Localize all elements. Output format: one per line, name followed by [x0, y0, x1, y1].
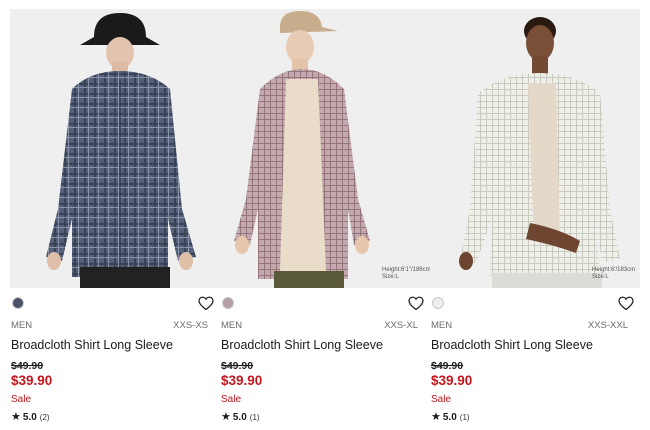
review-count: (1) — [249, 413, 260, 422]
rating-score: 5.0 — [22, 412, 37, 423]
rating: ★ 5.0 (2) — [11, 410, 50, 423]
sale-badge: Sale — [221, 394, 242, 405]
favorite-heart-icon[interactable] — [408, 296, 424, 311]
product-grid: MEN XXS-XS Broadcloth Shirt Long Sleeve … — [0, 0, 650, 430]
favorite-heart-icon[interactable] — [198, 296, 214, 311]
sale-price: $39.90 — [221, 373, 263, 388]
size-range: XXS-XS — [173, 320, 208, 331]
model-info: Height:6'1"/186cm Size:L — [382, 267, 430, 281]
product-meta: MEN XXS-XS — [10, 320, 208, 332]
product-name[interactable]: Broadcloth Shirt Long Sleeve — [11, 338, 173, 352]
product-name[interactable]: Broadcloth Shirt Long Sleeve — [431, 338, 593, 352]
color-swatch[interactable] — [12, 297, 24, 309]
model-height: Height:6'1"/186cm — [382, 267, 430, 273]
model-photo-navy-plaid — [10, 9, 220, 288]
review-count: (1) — [459, 413, 470, 422]
star-icon: ★ — [221, 411, 231, 423]
sale-badge: Sale — [11, 394, 32, 405]
product-meta: MEN XXS-XXL — [430, 320, 628, 332]
product-name[interactable]: Broadcloth Shirt Long Sleeve — [221, 338, 383, 352]
color-swatches — [10, 296, 220, 312]
favorite-heart-icon[interactable] — [618, 296, 634, 311]
size-range: XXS-XXL — [587, 320, 628, 331]
star-icon: ★ — [11, 411, 21, 423]
original-price: $49.90 — [11, 360, 44, 372]
sale-price: $39.90 — [431, 373, 473, 388]
model-photo-white-check — [430, 9, 640, 288]
model-height: Height:6'/183cm — [592, 267, 636, 273]
product-image[interactable]: Height:6'1"/186cm Size:L — [220, 9, 430, 288]
color-swatches — [220, 296, 430, 312]
review-count: (2) — [39, 413, 50, 422]
color-swatch[interactable] — [222, 297, 234, 309]
model-size: Size:L — [382, 274, 399, 280]
rating: ★ 5.0 (1) — [221, 410, 260, 423]
model-photo-pink-check — [220, 9, 430, 288]
product-card[interactable]: Height:6'1"/186cm Size:L MEN XXS-XL Broa… — [220, 0, 430, 430]
gender-label: MEN — [11, 320, 33, 331]
rating-score: 5.0 — [232, 412, 247, 423]
sale-badge: Sale — [431, 394, 452, 405]
gender-label: MEN — [221, 320, 243, 331]
rating: ★ 5.0 (1) — [431, 410, 470, 423]
model-info: Height:6'/183cm Size:L — [592, 267, 636, 281]
product-card[interactable]: MEN XXS-XS Broadcloth Shirt Long Sleeve … — [10, 0, 220, 430]
model-size: Size:L — [592, 274, 609, 280]
original-price: $49.90 — [431, 360, 464, 372]
size-range: XXS-XL — [384, 320, 418, 331]
color-swatch[interactable] — [432, 297, 444, 309]
product-image[interactable] — [10, 9, 220, 288]
product-image[interactable]: Height:6'/183cm Size:L — [430, 9, 640, 288]
gender-label: MEN — [431, 320, 453, 331]
sale-price: $39.90 — [11, 373, 53, 388]
rating-score: 5.0 — [442, 412, 457, 423]
product-meta: MEN XXS-XL — [220, 320, 418, 332]
color-swatches — [430, 296, 640, 312]
star-icon: ★ — [431, 411, 441, 423]
product-card[interactable]: Height:6'/183cm Size:L MEN XXS-XXL Broad… — [430, 0, 640, 430]
original-price: $49.90 — [221, 360, 254, 372]
